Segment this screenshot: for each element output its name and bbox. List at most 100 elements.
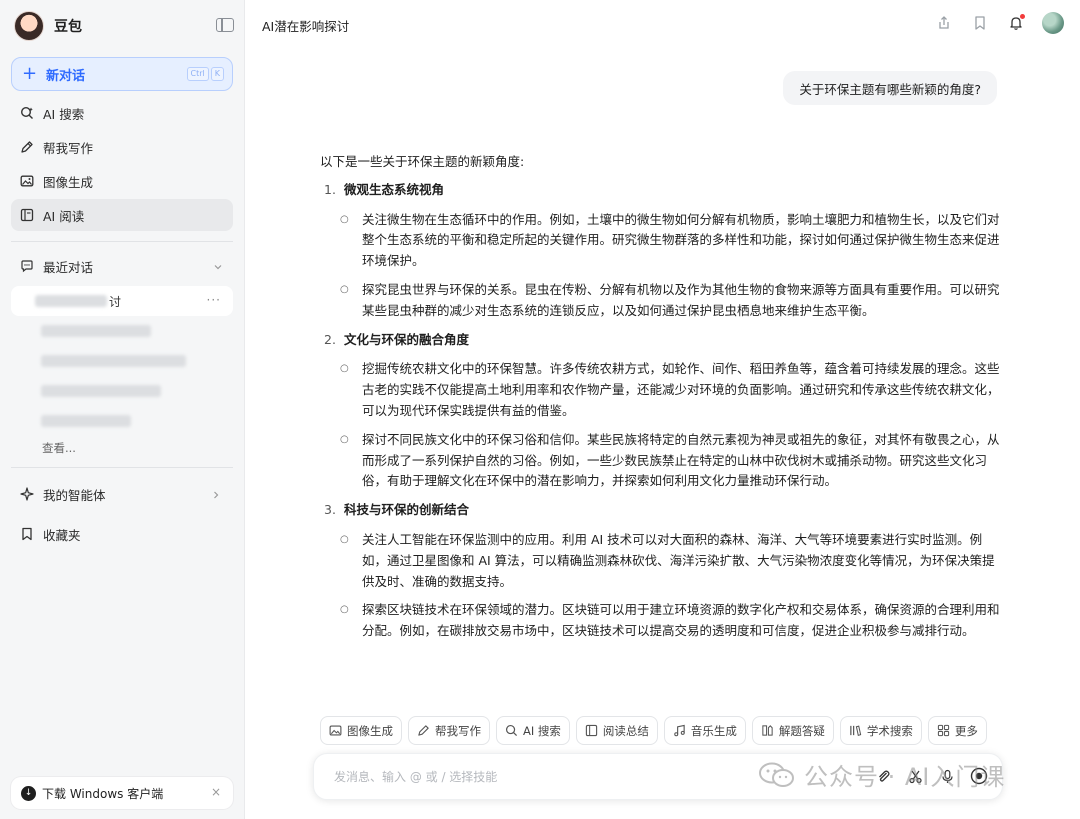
plus-icon: + <box>22 63 38 84</box>
sidebar: 豆包 + 新对话 Ctrl K AI 搜索 帮我写作 图像生成 AI 阅读 最近… <box>0 0 245 819</box>
sidebar-item-label: 图像生成 <box>43 174 94 190</box>
list-number: 3. <box>324 502 336 518</box>
section-title-text: 科技与环保的创新结合 <box>344 502 470 518</box>
voice-call-icon[interactable] <box>970 767 988 785</box>
skill-chip-label: 帮我写作 <box>435 723 481 738</box>
blurred-title <box>41 325 151 337</box>
image-icon <box>329 725 342 736</box>
sparkle-icon <box>20 487 34 501</box>
shortcut-hint: Ctrl K <box>186 67 224 81</box>
sidebar-item-my-agents[interactable]: 我的智能体 <box>11 478 233 510</box>
attachment-icon[interactable] <box>874 767 892 785</box>
share-icon[interactable] <box>934 13 954 33</box>
answer-bullet: ○ 探索区块链技术在环保领域的潜力。区块链可以用于建立环境资源的数字化产权和交易… <box>340 600 1000 642</box>
shortcut-key: Ctrl <box>186 67 209 81</box>
blurred-title <box>35 295 107 307</box>
notification-bell-icon[interactable] <box>1006 13 1026 33</box>
grid-icon <box>937 724 950 737</box>
chevron-right-icon <box>211 488 221 503</box>
skill-chip-writing[interactable]: 帮我写作 <box>408 716 490 745</box>
scissors-icon[interactable] <box>906 767 924 785</box>
sidebar-toggle-icon[interactable] <box>216 18 234 32</box>
download-label: 下载 Windows 客户端 <box>42 786 164 801</box>
answer-section-title: 3. 科技与环保的创新结合 <box>320 500 1000 521</box>
message-input[interactable] <box>334 767 794 787</box>
bullet-circle-icon: ○ <box>340 433 349 445</box>
blurred-title <box>41 415 131 427</box>
download-icon: ↓ <box>21 785 36 801</box>
sidebar-item-label: 帮我写作 <box>43 140 94 156</box>
brand: 豆包 <box>14 10 234 42</box>
app-logo <box>14 11 44 41</box>
new-chat-button[interactable]: + 新对话 Ctrl K <box>11 57 233 91</box>
answer-intro: 以下是一些关于环保主题的新颖角度: <box>320 154 525 169</box>
bullet-text: 探索区块链技术在环保领域的潜力。区块链可以用于建立环境资源的数字化产权和交易体系… <box>362 602 1000 639</box>
notification-dot <box>1020 14 1025 19</box>
more-options-icon[interactable]: ··· <box>207 293 221 307</box>
sidebar-item-image-gen[interactable]: 图像生成 <box>11 165 233 197</box>
chevron-down-icon <box>213 260 223 275</box>
sidebar-item-ai-reading[interactable]: AI 阅读 <box>11 199 233 231</box>
skill-chip-label: 图像生成 <box>347 723 393 738</box>
top-bar: AI潜在影响探讨 <box>245 0 1080 48</box>
answer-bullet: ○ 探究昆虫世界与环保的关系。昆虫在传粉、分解有机物以及作为其他生物的食物来源等… <box>340 280 1000 322</box>
top-actions <box>934 12 1064 34</box>
bullet-text: 关注微生物在生态循环中的作用。例如，土壤中的微生物如何分解有机物质，影响土壤肥力… <box>362 211 1000 269</box>
close-icon[interactable]: × <box>211 785 221 799</box>
pen-icon <box>418 725 429 736</box>
microphone-icon[interactable] <box>938 767 956 785</box>
bullet-text: 挖掘传统农耕文化中的环保智慧。许多传统农耕方式，如轮作、间作、稻田养鱼等，蕴含着… <box>362 361 1000 418</box>
skill-chip-more[interactable]: 更多 <box>927 716 987 745</box>
download-client-button[interactable]: ↓ 下载 Windows 客户端 × <box>11 777 233 809</box>
section-title-text: 微观生态系统视角 <box>344 181 445 197</box>
divider <box>11 467 233 468</box>
ai-search-icon <box>505 724 518 737</box>
sidebar-item-writing[interactable]: 帮我写作 <box>11 131 233 163</box>
blurred-title <box>41 355 186 367</box>
pen-icon <box>20 140 34 154</box>
skill-chip-music-gen[interactable]: 音乐生成 <box>663 716 746 745</box>
assistant-answer: 以下是一些关于环保主题的新颖角度: 1. 微观生态系统视角 ○ 关注微生物在生态… <box>320 152 1000 650</box>
skill-chip-label: 解题答疑 <box>778 723 825 738</box>
skill-chip-image-gen[interactable]: 图像生成 <box>320 716 402 745</box>
answer-bullet: ○ 探讨不同民族文化中的环保习俗和信仰。某些民族将特定的自然元素视为神灵或祖先的… <box>340 430 1000 492</box>
bullet-circle-icon: ○ <box>340 213 349 225</box>
book-icon <box>20 208 34 222</box>
history-item[interactable] <box>11 406 233 436</box>
music-icon <box>674 724 685 737</box>
bullet-circle-icon: ○ <box>340 363 349 375</box>
view-all-link[interactable]: 查看... <box>42 440 76 456</box>
view-all-label: 查看... <box>42 441 76 455</box>
user-message-text: 关于环保主题有哪些新颖的角度? <box>799 81 981 97</box>
skill-chip-label: 阅读总结 <box>602 723 649 738</box>
history-item[interactable] <box>11 376 233 406</box>
section-title-text: 文化与环保的融合角度 <box>344 331 470 347</box>
skill-chip-reading-summary[interactable]: 阅读总结 <box>575 716 658 745</box>
skill-chip-ai-search[interactable]: AI 搜索 <box>496 716 570 745</box>
library-icon <box>850 725 862 736</box>
sidebar-item-ai-search[interactable]: AI 搜索 <box>11 97 233 129</box>
sidebar-item-favorites[interactable]: 收藏夹 <box>11 518 233 550</box>
skill-chips: 图像生成 帮我写作 AI 搜索 阅读总结 音乐生成 解题答疑 学术搜索 更多 <box>320 716 987 745</box>
user-avatar[interactable] <box>1042 12 1064 34</box>
history-item[interactable] <box>11 316 233 346</box>
sidebar-nav: AI 搜索 帮我写作 图像生成 AI 阅读 <box>11 97 233 233</box>
skill-chip-problem-solving[interactable]: 解题答疑 <box>751 716 834 745</box>
recent-chats-header[interactable]: 最近对话 <box>11 251 233 281</box>
recent-chats-label: 最近对话 <box>43 259 94 275</box>
skill-chip-label: 更多 <box>954 723 978 738</box>
bookmark-icon[interactable] <box>970 13 990 33</box>
ai-search-icon <box>20 106 34 120</box>
main-panel: AI潜在影响探讨 关于环保主题有哪些新颖的角度? 以下是一些关于环保主题的新颖角… <box>245 0 1080 819</box>
history-item[interactable] <box>11 346 233 376</box>
answer-section-title: 1. 微观生态系统视角 <box>320 180 1000 201</box>
sidebar-item-label: 收藏夹 <box>43 527 81 543</box>
new-chat-label: 新对话 <box>46 68 86 84</box>
composer-tools <box>874 767 988 785</box>
history-item[interactable]: 讨 ··· <box>11 286 233 316</box>
skill-chip-academic-search[interactable]: 学术搜索 <box>839 716 922 745</box>
list-number: 1. <box>324 181 336 197</box>
bullet-text: 探究昆虫世界与环保的关系。昆虫在传粉、分解有机物以及作为其他生物的食物来源等方面… <box>362 281 1000 318</box>
bullet-text: 关注人工智能在环保监测中的应用。利用 AI 技术可以对大面积的森林、海洋、大气等… <box>362 531 995 589</box>
chat-history-list: 讨 ··· <box>11 286 233 436</box>
